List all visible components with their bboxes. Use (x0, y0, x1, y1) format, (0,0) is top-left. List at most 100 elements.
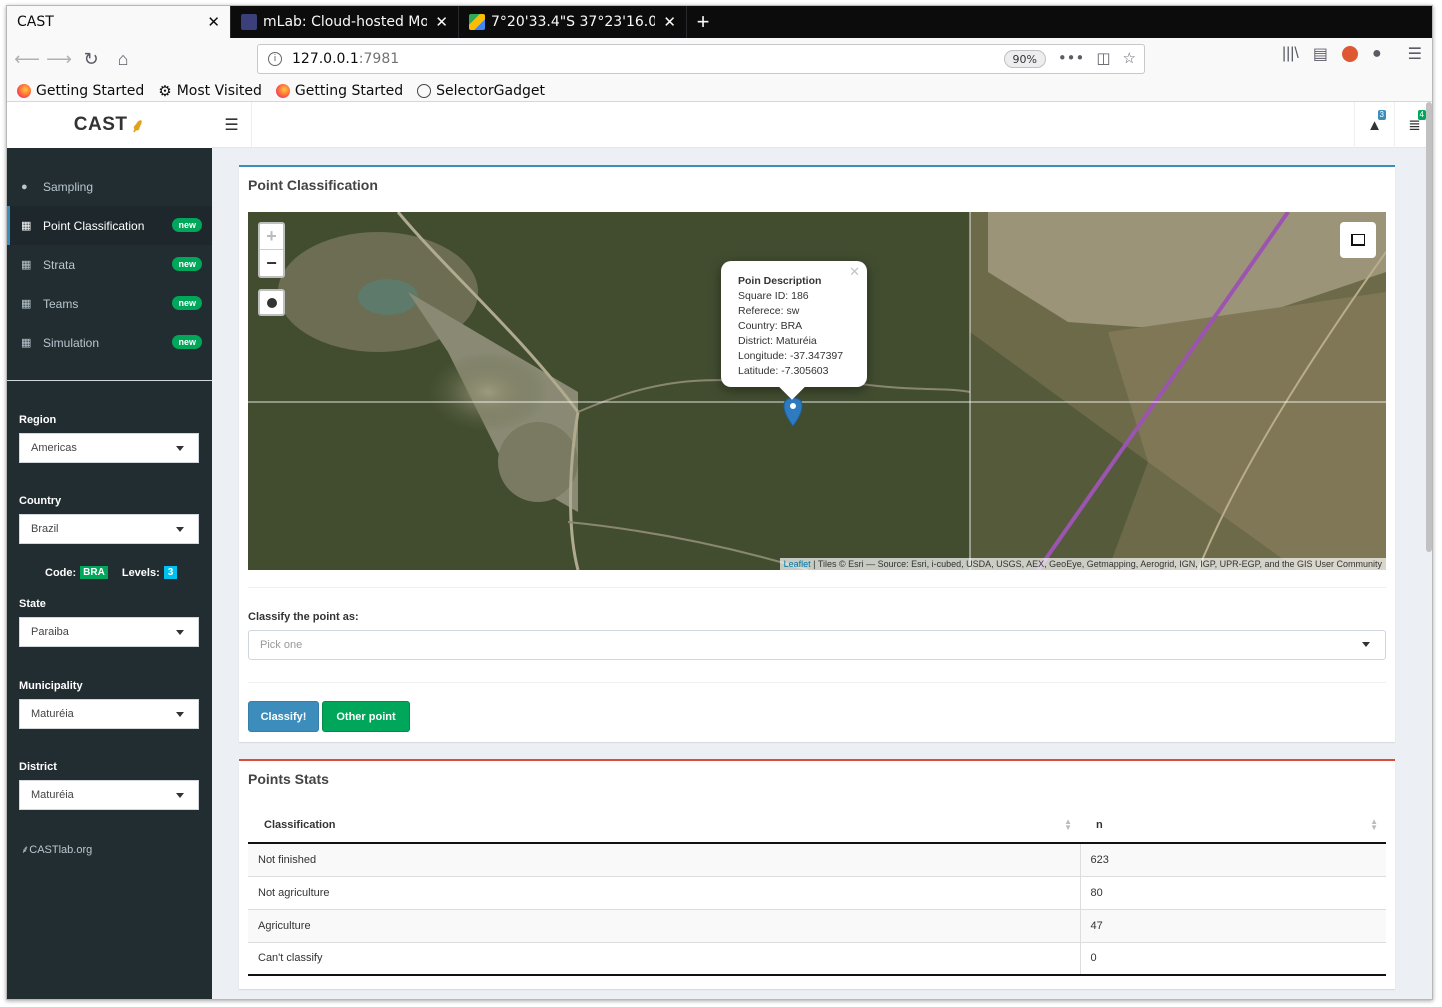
bookmark-item[interactable]: Getting Started (17, 83, 144, 99)
close-icon[interactable]: ✕ (849, 264, 860, 279)
classification-select[interactable]: Pick one (248, 630, 1386, 660)
bookmark-label: Getting Started (36, 82, 145, 99)
sidebar-item-label: Sampling (43, 179, 94, 194)
column-header-label: n (1096, 819, 1103, 831)
tab-maps[interactable]: 7°20'33.4"S 37°23'16.0"W ✕ (459, 6, 687, 38)
region-value: Americas (31, 442, 77, 454)
library-icon[interactable]: |||\ (1282, 45, 1299, 63)
satellite-map[interactable]: + − ✕ Poin Description Square ID: 186 Re… (248, 212, 1386, 570)
cell-n: 80 (1079, 875, 1386, 909)
other-point-button[interactable]: Other point (322, 701, 410, 732)
tab-title: 7°20'33.4"S 37°23'16.0"W (491, 14, 655, 30)
attribution-text: | Tiles © Esri — Source: Esri, i-cubed, … (810, 559, 1382, 569)
cell-classification: Agriculture (248, 908, 1080, 942)
region-label: Region (19, 414, 57, 426)
page-scrollbar[interactable] (1426, 102, 1432, 552)
bookmark-item[interactable]: Getting Started (275, 83, 403, 99)
point-popup: ✕ Poin Description Square ID: 186 Refere… (721, 261, 867, 400)
leaflet-link[interactable]: Leaflet (784, 559, 811, 569)
grid-icon: ▦ (21, 337, 32, 349)
code-label: Code: (45, 566, 77, 579)
new-badge: new (172, 257, 202, 271)
app-logo[interactable]: CAST ⸙ (7, 102, 212, 148)
tab-title: CAST (17, 14, 54, 30)
back-icon[interactable]: ⟵ (11, 43, 43, 75)
tab-mlab[interactable]: mLab: Cloud-hosted MongoDB ✕ (231, 6, 459, 38)
column-header-n[interactable]: n ▲ ▼ (1080, 808, 1386, 844)
duckduckgo-icon[interactable] (1341, 46, 1358, 62)
bookmark-star-icon[interactable]: ☆ (1123, 49, 1136, 67)
pocket-icon[interactable]: ◫ (1096, 49, 1110, 67)
caret-down-icon (176, 446, 184, 451)
sidebar-item-teams[interactable]: ▦ Teams new (7, 284, 212, 323)
new-tab-button[interactable]: + (687, 6, 719, 38)
tab-strip: CAST ✕ mLab: Cloud-hosted MongoDB ✕ 7°20… (7, 6, 1432, 38)
castlab-link-label: CASTlab.org (29, 844, 93, 856)
divider (248, 587, 1386, 588)
globe-icon (417, 83, 432, 98)
menu-icon[interactable]: ☰ (1408, 44, 1422, 64)
municipality-select[interactable]: Maturéia (19, 699, 199, 729)
sort-icon: ▲ ▼ (1370, 817, 1378, 832)
district-label: District (19, 761, 57, 773)
zoom-out-button[interactable]: − (260, 250, 283, 276)
country-label: Country (19, 495, 62, 507)
reload-icon[interactable]: ↻ (75, 43, 107, 75)
popup-title: Poin Description (738, 275, 822, 287)
close-icon[interactable]: ✕ (663, 13, 676, 31)
state-select[interactable]: Paraiba (19, 617, 199, 647)
url-bar[interactable]: i 127.0.0.1:7981 90% ••• ◫ ☆ (257, 44, 1145, 74)
column-header-classification[interactable]: Classification ▲ ▼ (248, 808, 1080, 844)
close-icon[interactable]: ✕ (207, 13, 220, 31)
bookmark-item[interactable]: ⚙ Most Visited (158, 82, 262, 100)
popup-latitude: Latitude: -7.305603 (738, 365, 829, 377)
cell-n: 623 (1079, 842, 1386, 876)
levels-label: Levels: (121, 566, 160, 579)
tab-cast[interactable]: CAST ✕ (7, 6, 231, 38)
firefox-icon (275, 83, 290, 98)
country-select[interactable]: Brazil (19, 514, 199, 544)
box-title: Points Stats (248, 771, 329, 787)
levels-badge: 3 (163, 566, 178, 579)
locate-button[interactable] (258, 289, 285, 316)
page-actions-icon[interactable]: ••• (1058, 49, 1085, 67)
forward-icon[interactable]: ⟶ (43, 43, 75, 75)
fullscreen-button[interactable] (1340, 222, 1376, 258)
sidebar-item-label: Simulation (43, 335, 100, 350)
municipality-label: Municipality (19, 680, 83, 692)
sidebar-item-strata[interactable]: ▦ Strata new (7, 245, 212, 284)
sidebar-toggle-button[interactable]: ☰ (212, 102, 252, 148)
grid-icon: ▦ (21, 298, 32, 310)
account-icon[interactable]: ● (1372, 45, 1382, 63)
sort-icon: ▲ ▼ (1064, 817, 1072, 832)
sidebar-item-sampling[interactable]: ● Sampling (7, 167, 212, 206)
bookmark-item[interactable]: SelectorGadget (417, 83, 545, 99)
code-badge: BRA (80, 566, 108, 579)
wheat-icon: ⸙ (21, 844, 30, 856)
classify-button[interactable]: Classify! (248, 701, 319, 732)
site-info-icon[interactable]: i (268, 52, 282, 66)
close-icon[interactable]: ✕ (435, 13, 448, 31)
caret-down-icon (176, 793, 184, 798)
zoom-level-badge[interactable]: 90% (1003, 50, 1046, 68)
url-host: 127.0.0.1 (292, 51, 359, 67)
tasks-count: 4 (1417, 110, 1426, 120)
alerts-button[interactable]: ▲ 3 (1354, 102, 1394, 148)
district-select[interactable]: Maturéia (19, 780, 199, 810)
maps-favicon-icon (469, 14, 485, 30)
sidebar-item-point-classification[interactable]: ▦ Point Classification new (7, 206, 212, 245)
region-select[interactable]: Americas (19, 433, 199, 463)
logo-text: CAST (73, 114, 128, 135)
alerts-count: 3 (1377, 110, 1386, 120)
home-icon[interactable]: ⌂ (107, 43, 139, 75)
caret-down-icon (176, 712, 184, 717)
zoom-in-button[interactable]: + (260, 224, 283, 250)
castlab-link[interactable]: ⸙CASTlab.org (21, 842, 92, 857)
table-row: Not agriculture 80 (248, 875, 1386, 909)
municipality-value: Maturéia (31, 708, 74, 720)
points-stats-box: Points Stats Classification ▲ ▼ n ▲ ▼ No… (239, 759, 1395, 989)
sidebar-item-simulation[interactable]: ▦ Simulation new (7, 323, 212, 362)
sidebar-toggle-icon[interactable]: ▤ (1313, 44, 1328, 64)
gear-icon: ⚙ (158, 81, 172, 100)
sidebar-divider (7, 380, 212, 381)
